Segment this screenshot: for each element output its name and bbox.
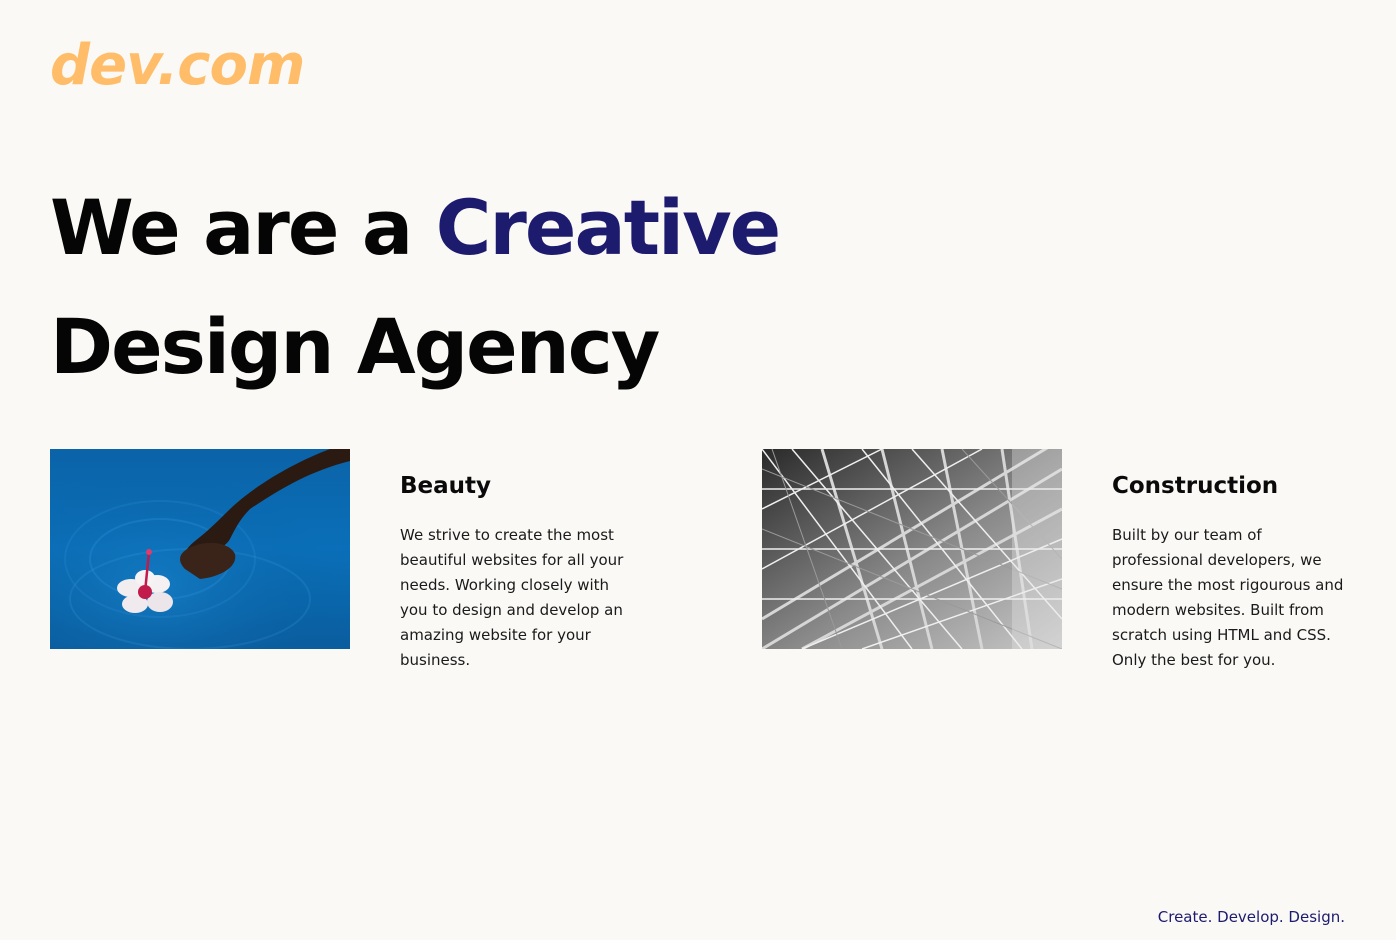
construction-title: Construction	[1112, 473, 1279, 499]
beauty-description: We strive to create the most beautiful w…	[400, 526, 624, 669]
hero-heading: We are a Creative Design Agency	[50, 168, 782, 406]
construction-description: Built by our team of professional develo…	[1112, 526, 1344, 669]
page: dev.com We are a Creative Design Agency	[0, 0, 1396, 940]
hero-line1-prefix: We are a	[50, 183, 436, 272]
footer-tagline: Create. Develop. Design.	[1157, 908, 1345, 926]
logo-link[interactable]: dev.com	[50, 38, 305, 94]
hero-line2: Design Agency	[50, 302, 660, 391]
hero-accent-word: Creative	[435, 183, 782, 272]
beauty-image	[50, 449, 350, 649]
beauty-title: Beauty	[400, 473, 492, 499]
construction-image	[762, 449, 1062, 649]
